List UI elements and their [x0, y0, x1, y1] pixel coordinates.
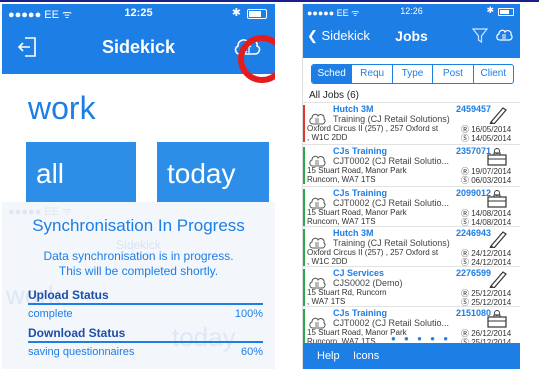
download-divider	[28, 341, 263, 343]
status-bar: ●●●●● EE ᯤ 12:25 ✱	[2, 4, 275, 22]
job-code: CJT0002 (CJ Retail Solutio...	[333, 198, 450, 208]
status-stripe	[303, 309, 305, 346]
job-name: Hutch 3M	[333, 104, 374, 114]
sync-message-line1: Data synchronisation is in progress.	[43, 249, 234, 263]
sync-title: Synchronisation In Progress	[32, 216, 245, 235]
help-button[interactable]: Help	[317, 350, 340, 362]
job-row[interactable]: CJs Training CJT0002 (CJ Retail Solutio..…	[303, 144, 520, 187]
upload-status-label: Upload Status	[28, 288, 109, 302]
bluetooth-icon: ✱	[231, 7, 241, 19]
sort-segmented-control: Sched Requ Type Post Client	[311, 64, 514, 84]
today-tile-label: today	[167, 158, 236, 189]
left-nav-bar: ●●●●● EE ᯤ 12:25 ✱ Sidekick	[2, 4, 275, 74]
section-title: All Jobs (6)	[309, 90, 360, 101]
upload-status-row: complete 100%	[28, 308, 263, 320]
job-scheduled-date: Ⓢ 06/03/2014	[461, 176, 512, 185]
cloud-sync-icon[interactable]	[495, 26, 513, 44]
download-percent: 60%	[240, 346, 263, 358]
page-indicator[interactable]: ● ● ● ● ●	[391, 334, 451, 343]
job-name: CJ Services	[333, 268, 385, 278]
download-status-label: Download Status	[28, 326, 126, 340]
bottom-tab-bar: Help Icons	[303, 343, 520, 369]
tab-sched[interactable]: Sched	[312, 65, 353, 83]
status-stripe	[303, 147, 305, 184]
job-name: CJs Training	[333, 308, 388, 318]
icons-button[interactable]: Icons	[353, 350, 379, 362]
job-row[interactable]: Hutch 3M Training (CJ Retail Solutions) Ox…	[303, 102, 520, 145]
job-address-line2: , WA7 1TS	[307, 297, 346, 306]
tab-requ[interactable]: Requ	[352, 65, 393, 83]
briefcase-icon	[485, 190, 509, 208]
status-stripe	[303, 189, 305, 226]
tab-post[interactable]: Post	[433, 65, 474, 83]
job-name: CJs Training	[333, 146, 388, 156]
bluetooth-icon: ✱	[486, 5, 494, 15]
all-tile-button[interactable]: all	[26, 142, 136, 202]
right-phone-screen: ●●●●● EE ᯤ 12:26 ✱ ❮ Sidekick Jobs Sched…	[302, 4, 520, 369]
job-address-line1: 15 Stuart Road, Manor Park	[307, 208, 407, 217]
battery-icon	[498, 8, 514, 16]
sync-progress-overlay: ●●●●● EE ᯤ work today Synchronisation In…	[2, 202, 275, 369]
job-code: Training (CJ Retail Solutions)	[333, 114, 450, 124]
job-code: CJS0002 (Demo)	[333, 278, 403, 288]
briefcase-icon	[485, 148, 509, 166]
today-tile-button[interactable]: today	[157, 142, 269, 202]
job-address-line2: , W1C 2DD	[307, 257, 348, 266]
job-address-line2: , W1C 2DD	[307, 133, 348, 142]
status-stripe	[303, 269, 305, 306]
job-code: CJT0002 (CJ Retail Solutio...	[333, 318, 450, 328]
download-status-row: saving questionnaires 60%	[28, 346, 263, 358]
job-address-line1: 15 Stuart Road, Manor Park	[307, 166, 407, 175]
download-status-text: saving questionnaires	[28, 346, 135, 358]
job-row[interactable]: CJs Training CJT0002 (CJ Retail Solutio..…	[303, 186, 520, 229]
sync-message: Data synchronisation is in progress. Thi…	[2, 249, 275, 279]
work-heading: work	[28, 90, 96, 126]
status-stripe	[303, 105, 305, 142]
pen-icon	[485, 106, 509, 125]
job-scheduled-date: Ⓢ 14/05/2014	[461, 134, 512, 143]
battery-icon	[247, 9, 267, 19]
right-nav-bar: ●●●●● EE ᯤ 12:26 ✱ ❮ Sidekick Jobs	[303, 4, 520, 58]
status-stripe	[303, 229, 305, 266]
job-code: Training (CJ Retail Solutions)	[333, 238, 450, 248]
all-tile-label: all	[36, 158, 65, 189]
left-phone-screen: ●●●●● EE ᯤ 12:25 ✱ Sidekick work all tod…	[2, 4, 275, 369]
tab-client[interactable]: Client	[474, 65, 513, 83]
status-bar: ●●●●● EE ᯤ 12:26 ✱	[303, 4, 520, 18]
upload-status-text: complete	[28, 308, 73, 320]
pen-icon	[485, 230, 509, 249]
pen-icon	[485, 270, 509, 289]
upload-divider	[28, 303, 263, 305]
sync-message-line2: This will be completed shortly.	[58, 264, 219, 278]
upload-percent: 100%	[234, 308, 263, 320]
tab-type[interactable]: Type	[393, 65, 434, 83]
job-row[interactable]: CJ Services CJS0002 (Demo) 15 Stuart Rd, R…	[303, 266, 520, 309]
highlight-ring	[238, 35, 275, 83]
job-name: Hutch 3M	[333, 228, 374, 238]
job-address-line2: Runcorn, WA7 1TS	[307, 217, 376, 226]
job-code: CJT0002 (CJ Retail Solutio...	[333, 156, 450, 166]
job-address-line1: Oxford Circus II (257) , 257 Oxford st	[307, 248, 439, 257]
job-address-line2: Runcorn, WA7 1TS	[307, 175, 376, 184]
job-address-line1: Oxford Circus II (257) , 257 Oxford st	[307, 124, 439, 133]
filter-icon[interactable]	[471, 26, 489, 44]
job-address-line1: 15 Stuart Rd, Runcorn	[307, 288, 387, 297]
top-divider	[0, 0, 539, 2]
job-name: CJs Training	[333, 188, 388, 198]
briefcase-icon	[485, 310, 509, 328]
job-row[interactable]: Hutch 3M Training (CJ Retail Solutions) Ox…	[303, 226, 520, 269]
